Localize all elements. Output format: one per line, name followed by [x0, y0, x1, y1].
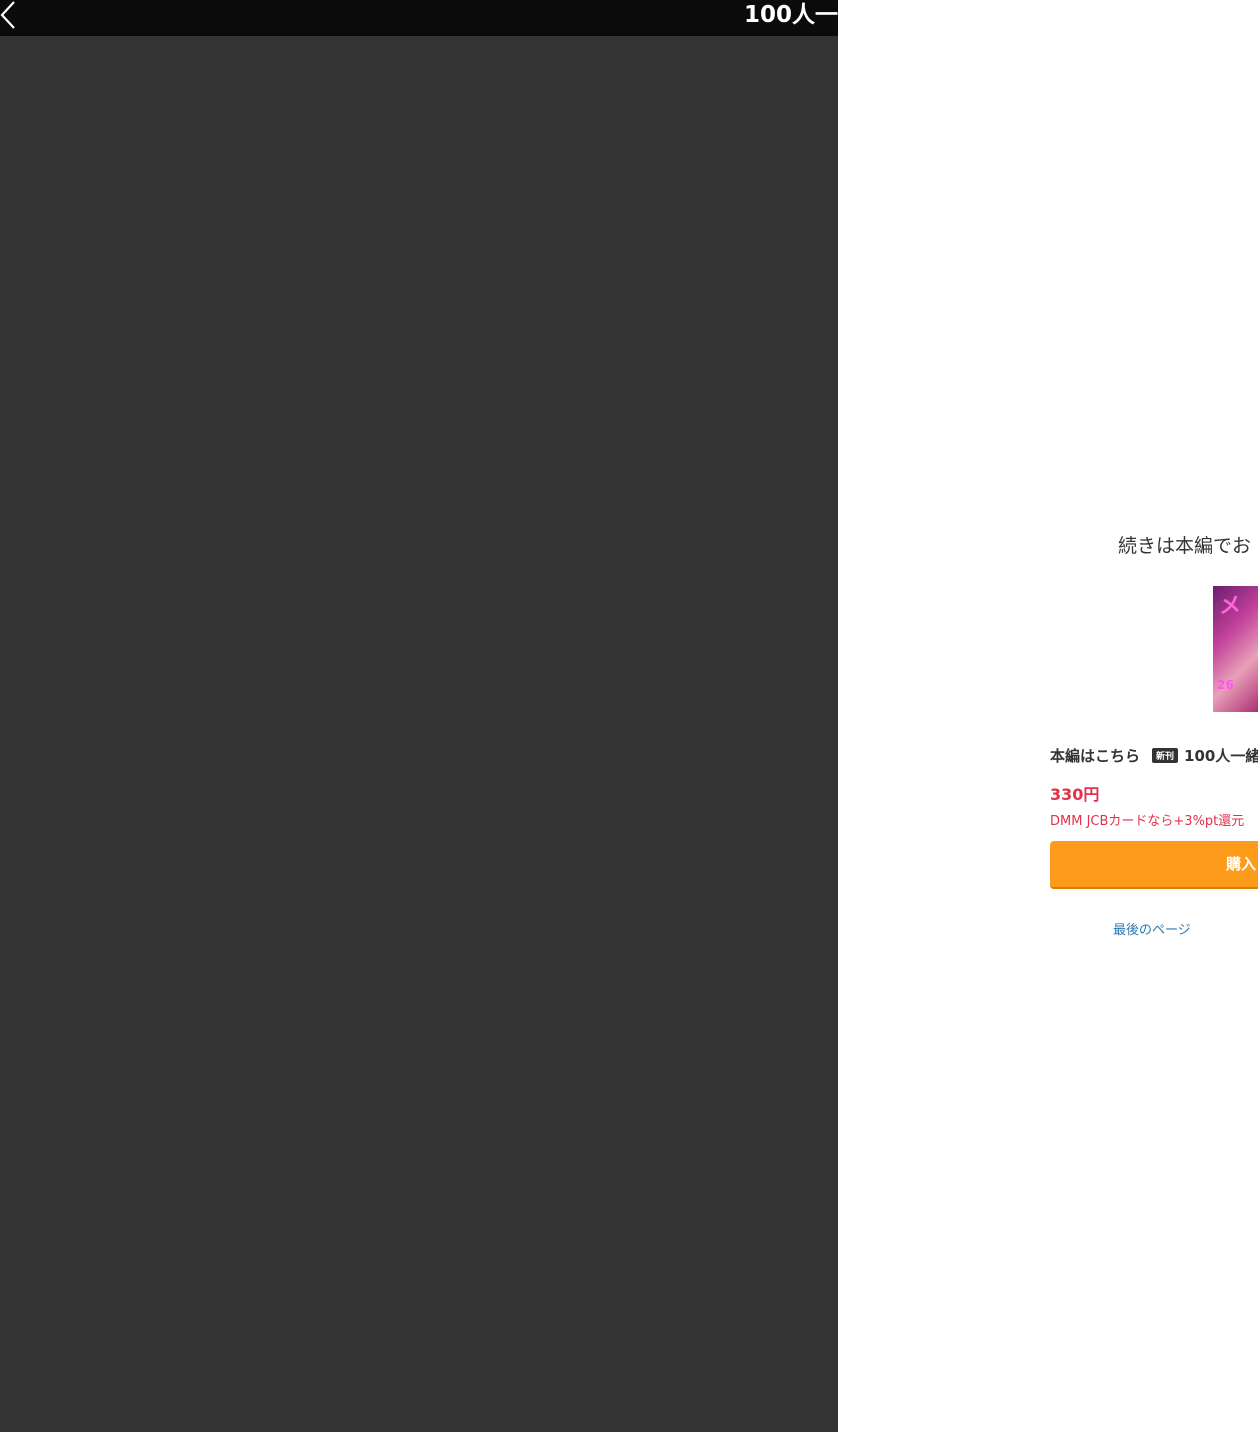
campaign-note: DMM JCBカードなら+3%pt還元: [1050, 814, 1245, 829]
product-label: 本編はこちら: [1050, 747, 1141, 765]
buy-button[interactable]: 購入: [1050, 841, 1258, 889]
cover-volume-number: 26: [1217, 678, 1234, 692]
product-info-row: 本編はこちら 新刊 100人一緒: [1050, 745, 1258, 766]
left-page-blank[interactable]: [0, 36, 838, 1432]
right-page[interactable]: 続きは本編でお メ 26 本編はこちら 新刊 100人一緒 330円 DMM JCB…: [838, 0, 1258, 1432]
new-release-badge: 新刊: [1152, 748, 1179, 763]
last-page-link[interactable]: 最後のページ: [1113, 919, 1191, 938]
viewer: 続きは本編でお メ 26 本編はこちら 新刊 100人一緒 330円 DMM JCB…: [0, 0, 1258, 1432]
chevron-left-icon: [0, 1, 15, 29]
product-cover-image[interactable]: メ 26: [1213, 586, 1258, 712]
price: 330円: [1050, 785, 1100, 804]
continue-message: 続きは本編でお: [1118, 535, 1252, 557]
book-title-text: 100人一緒にハメましょう〜清純マネージャーは: [744, 2, 1251, 28]
cover-title-glyph: メ: [1219, 594, 1242, 619]
book-title: 100人一緒にハメましょう〜清純マネージャーは: [744, 0, 1250, 32]
product-title-link[interactable]: 100人一緒: [1184, 747, 1258, 765]
header-bar: [0, 0, 838, 36]
back-button[interactable]: [0, 0, 36, 36]
